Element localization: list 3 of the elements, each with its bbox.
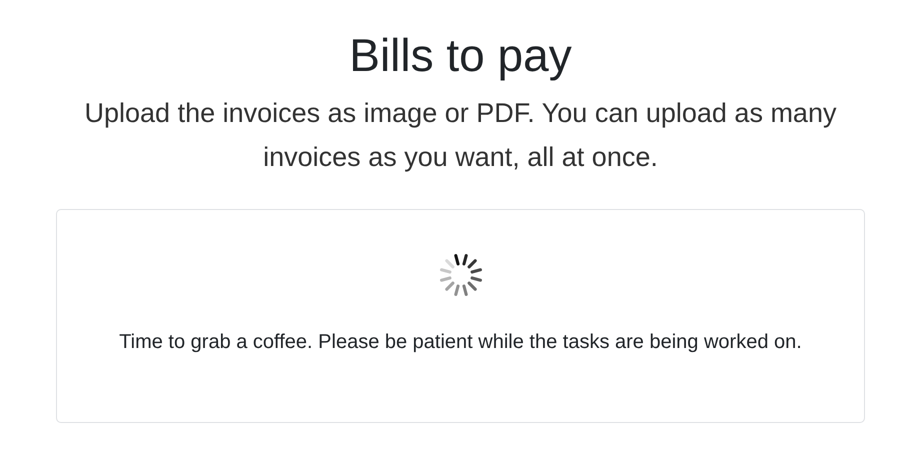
status-message: Time to grab a coffee. Please be patient while the tasks are being worked on. (118, 330, 803, 356)
page-title: Bills to pay (349, 28, 572, 83)
page-subtitle: Upload the invoices as image or PDF. You can upload as many invoices as you want, all at once. (84, 97, 838, 174)
